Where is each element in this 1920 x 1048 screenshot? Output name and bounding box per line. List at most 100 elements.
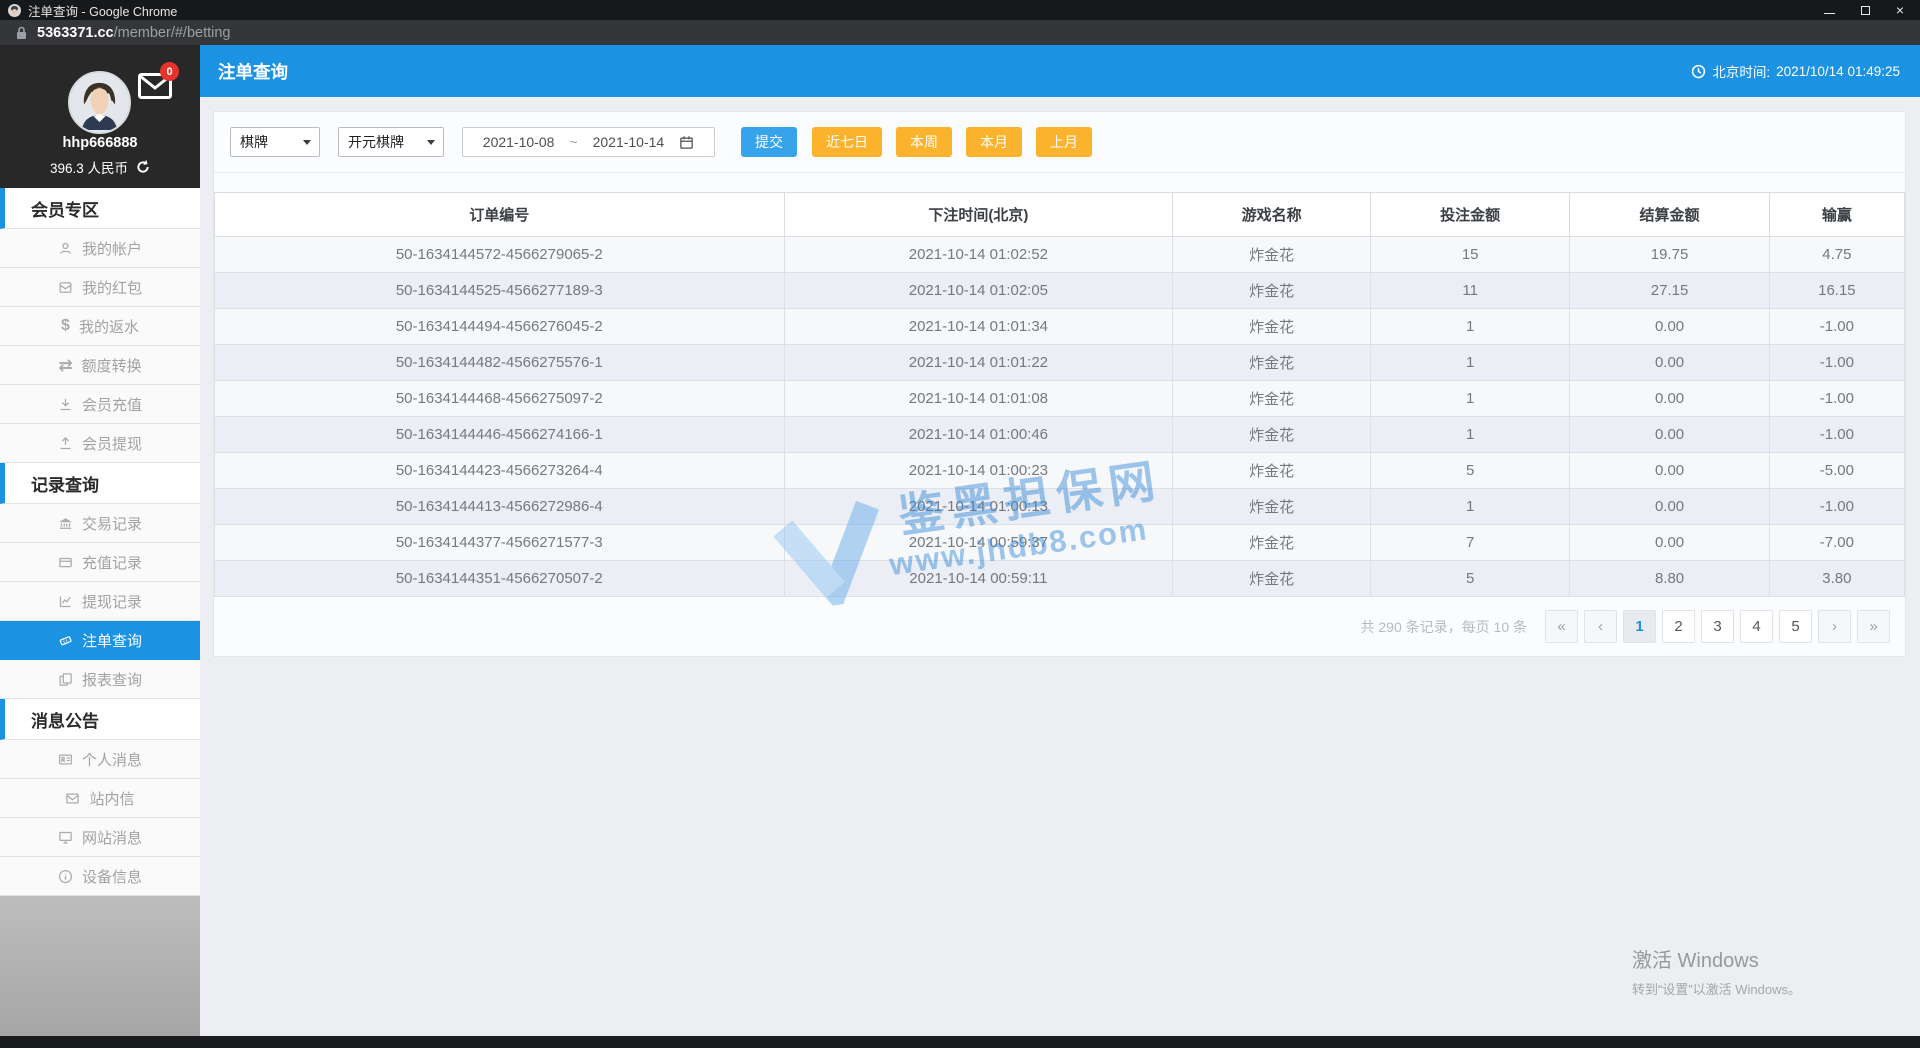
maximize-icon[interactable] <box>1860 5 1870 15</box>
table-cell: -1.00 <box>1768 416 1906 453</box>
table-cell: 炸金花 <box>1172 236 1371 273</box>
sidebar-item-dollar[interactable]: $ 我的返水 <box>0 307 200 346</box>
table-cell: 5 <box>1369 452 1571 489</box>
minimize-icon[interactable] <box>1823 12 1835 14</box>
unread-badge: 0 <box>160 62 179 81</box>
avatar[interactable] <box>68 71 131 134</box>
sidebar-item-label: 网站消息 <box>81 829 142 847</box>
page-nav-button[interactable]: › <box>1818 610 1851 643</box>
submit-button[interactable]: 提交 <box>741 127 797 157</box>
sidebar-item-transfer[interactable]: ⇄ 额度转换 <box>0 346 200 385</box>
sidebar-filler <box>0 896 200 1036</box>
table-cell: 11 <box>1369 272 1571 309</box>
lock-icon <box>17 26 26 39</box>
platform-select[interactable]: 开元棋牌 <box>338 127 444 157</box>
table-cell: 0.00 <box>1569 308 1770 345</box>
card-icon <box>58 555 73 570</box>
orders-table: 订单编号 下注时间(北京) 游戏名称 投注金额 结算金额 输赢 50-1634144572… <box>214 192 1906 597</box>
category-select-wrap: 棋牌 <box>230 127 320 157</box>
page-button[interactable]: 1 <box>1623 610 1656 643</box>
page-button[interactable]: 5 <box>1779 610 1812 643</box>
chart-icon <box>58 594 73 609</box>
page-buttons: «‹ 1 2 3 4 5 ›» <box>1545 610 1890 643</box>
page-button[interactable]: 2 <box>1662 610 1695 643</box>
table-cell: 炸金花 <box>1172 560 1371 597</box>
table-cell: 19.75 <box>1569 236 1770 273</box>
sidebar-item-bank[interactable]: 交易记录 <box>0 504 200 543</box>
sidebar-item-red-envelope[interactable]: 我的红包 <box>0 268 200 307</box>
date-to: 2021-10-14 <box>592 134 665 150</box>
user-panel: 0 hhp666888 396.3 人民币 <box>0 45 200 188</box>
refresh-icon[interactable] <box>136 160 150 174</box>
table-cell: 炸金花 <box>1172 308 1371 345</box>
sidebar-item-withdraw[interactable]: 会员提现 <box>0 424 200 463</box>
table-cell: 15 <box>1369 236 1571 273</box>
column-header: 下注时间(北京) <box>783 192 1174 237</box>
table-cell: 0.00 <box>1569 452 1770 489</box>
sidebar-section-title: 记录查询 <box>0 463 200 504</box>
table-row: 50-1634144525-4566277189-3 2021-10-14 01:… <box>214 272 1906 309</box>
table-row: 50-1634144446-4566274166-1 2021-10-14 01:… <box>214 416 1906 453</box>
table-cell: 2021-10-14 00:59:11 <box>783 560 1174 597</box>
table-cell: -1.00 <box>1768 308 1906 345</box>
table-cell: 50-1634144423-4566273264-4 <box>214 452 785 489</box>
table-cell: 2021-10-14 01:00:23 <box>783 452 1174 489</box>
page-nav-button[interactable]: « <box>1545 610 1578 643</box>
table-row: 50-1634144572-4566279065-2 2021-10-14 01:… <box>214 236 1906 273</box>
table-cell: 50-1634144494-4566276045-2 <box>214 308 785 345</box>
table-cell: 27.15 <box>1569 272 1770 309</box>
beijing-time-label: 北京时间: <box>1712 65 1771 80</box>
quick-button[interactable]: 近七日 <box>812 127 882 157</box>
column-header: 结算金额 <box>1569 192 1770 237</box>
window-title: 注单查询 - Google Chrome <box>28 4 178 19</box>
table-cell: -7.00 <box>1768 524 1906 561</box>
red-envelope-icon <box>58 280 73 295</box>
bank-icon <box>58 516 73 531</box>
site-favicon-icon <box>8 3 21 17</box>
sidebar-item-user[interactable]: 我的帐户 <box>0 229 200 268</box>
sidebar-item-ticket[interactable]: 注单查询 <box>0 621 200 660</box>
sidebar-item-id-card[interactable]: 个人消息 <box>0 740 200 779</box>
table-row: 50-1634144468-4566275097-2 2021-10-14 01:… <box>214 380 1906 417</box>
table-cell: 0.00 <box>1569 524 1770 561</box>
table-cell: 2021-10-14 01:01:22 <box>783 344 1174 381</box>
sidebar-item-label: 我的帐户 <box>81 240 142 258</box>
filter-bar: 棋牌 开元棋牌 2021-10-08 ~ 2021-10-14 提交 近七日 本… <box>214 112 1905 173</box>
quick-button[interactable]: 本周 <box>896 127 952 157</box>
sidebar-item-deposit[interactable]: 会员充值 <box>0 385 200 424</box>
url-path: /member/#/betting <box>113 24 231 41</box>
sidebar-item-chart[interactable]: 提现记录 <box>0 582 200 621</box>
table-cell: -1.00 <box>1768 344 1906 381</box>
id-card-icon <box>58 752 73 767</box>
table-cell: 炸金花 <box>1172 416 1371 453</box>
username: hhp666888 <box>62 135 138 151</box>
table-cell: 0.00 <box>1569 488 1770 525</box>
page-button[interactable]: 4 <box>1740 610 1773 643</box>
address-bar[interactable]: 5363371.cc/member/#/betting <box>0 20 1920 45</box>
category-select[interactable]: 棋牌 <box>230 127 320 157</box>
sidebar-item-label: 站内信 <box>89 790 135 808</box>
table-cell: 0.00 <box>1569 416 1770 453</box>
sidebar-item-info[interactable]: 设备信息 <box>0 857 200 896</box>
clock-icon <box>1691 64 1706 79</box>
page-nav-button[interactable]: » <box>1857 610 1890 643</box>
info-icon <box>58 869 73 884</box>
sidebar-item-mail[interactable]: 站内信 <box>0 779 200 818</box>
date-range-input[interactable]: 2021-10-08 ~ 2021-10-14 <box>462 127 715 157</box>
sidebar-item-report[interactable]: 报表查询 <box>0 660 200 699</box>
table-cell: 2021-10-14 00:59:37 <box>783 524 1174 561</box>
page-button[interactable]: 3 <box>1701 610 1734 643</box>
records-summary: 共 290 条记录，每页 10 条 <box>1360 618 1528 635</box>
close-icon[interactable]: × <box>1896 3 1904 17</box>
quick-button[interactable]: 本月 <box>966 127 1022 157</box>
table-cell: 7 <box>1369 524 1571 561</box>
page-nav-button[interactable]: ‹ <box>1584 610 1617 643</box>
table-row: 50-1634144377-4566271577-3 2021-10-14 00:… <box>214 524 1906 561</box>
sidebar-item-monitor[interactable]: 网站消息 <box>0 818 200 857</box>
table-cell: 16.15 <box>1768 272 1906 309</box>
table-cell: 炸金花 <box>1172 272 1371 309</box>
main-area: 注单查询 北京时间: 2021/10/14 01:49:25 棋牌 开元棋牌 2… <box>200 45 1920 1036</box>
quick-button[interactable]: 上月 <box>1036 127 1092 157</box>
sidebar-item-card[interactable]: 充值记录 <box>0 543 200 582</box>
table-cell: 1 <box>1369 488 1571 525</box>
